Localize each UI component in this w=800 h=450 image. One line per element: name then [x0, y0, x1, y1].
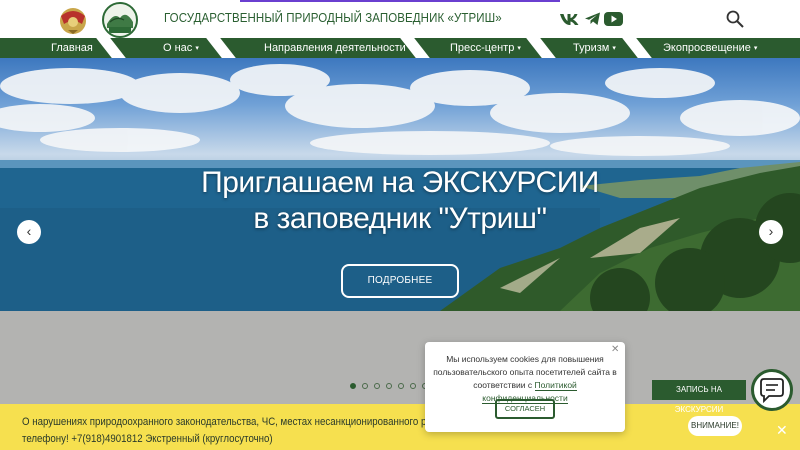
hero-title-line2: в заповедник "Утриш" [253, 202, 547, 235]
utrish-logo[interactable] [102, 2, 138, 38]
slider-dot[interactable] [374, 383, 380, 389]
utrish-logo-icon [107, 14, 133, 33]
hero-title-line1: Приглашаем на ЭКСКУРСИИ [201, 166, 599, 199]
nav-item-activities[interactable]: Направления деятельности ▾ [264, 38, 412, 58]
chevron-down-icon: ▾ [408, 45, 413, 52]
top-accent-line [240, 0, 560, 2]
nav-item-home[interactable]: Главная [51, 38, 93, 58]
hero-slider: Приглашаем на ЭКСКУРСИИ в заповедник "Ут… [0, 58, 800, 311]
site-title[interactable]: ГОСУДАРСТВЕННЫЙ ПРИРОДНЫЙ ЗАПОВЕДНИК «УТ… [164, 11, 502, 25]
nav-item-eco-education[interactable]: Экопросвещение ▾ [663, 38, 757, 58]
slider-next-button[interactable]: › [759, 220, 783, 244]
banner-close-icon[interactable]: ✕ [776, 423, 788, 437]
slider-dot[interactable] [398, 383, 404, 389]
nav-item-label: Пресс-центр [450, 42, 515, 54]
vk-icon[interactable] [560, 12, 580, 26]
chat-button[interactable] [751, 369, 793, 411]
nav-item-label: Экопросвещение [663, 42, 751, 54]
youtube-icon[interactable] [604, 12, 623, 26]
nav-item-label: Туризм [573, 42, 610, 54]
nav-separator [526, 38, 556, 58]
chevron-down-icon: ▾ [517, 45, 521, 52]
slider-dot[interactable] [350, 383, 356, 389]
cookie-message: Мы используем cookies для повышения поль… [433, 354, 617, 390]
cookie-text: Мы используем cookies для повышения поль… [433, 353, 617, 405]
site-header: ГОСУДАРСТВЕННЫЙ ПРИРОДНЫЙ ЗАПОВЕДНИК «УТ… [0, 0, 800, 38]
nav-item-label: О нас [163, 42, 193, 54]
nav-item-about[interactable]: О нас ▾ [163, 38, 199, 58]
telegram-icon[interactable] [585, 12, 601, 26]
hero-more-button[interactable]: ПОДРОБНЕЕ [341, 264, 459, 298]
nav-separator [622, 38, 652, 58]
nav-item-press[interactable]: Пресс-центр ▾ [450, 38, 521, 58]
slider-dot[interactable] [410, 383, 416, 389]
nav-item-tourism[interactable]: Туризм ▾ [573, 38, 616, 58]
nav-separator [96, 38, 126, 58]
chat-icon [760, 378, 784, 404]
chevron-right-icon: › [768, 223, 774, 239]
main-nav: Главная О нас ▾ Направления деятельности ▾… [0, 38, 800, 58]
slider-prev-button[interactable]: ‹ [17, 220, 41, 244]
alert-banner-line2: телефону! +7(918)4901812 Экстренный (кру… [22, 433, 273, 445]
nav-item-label: Главная [51, 42, 93, 54]
chevron-down-icon: ▾ [753, 45, 758, 52]
slider-dot[interactable] [362, 383, 368, 389]
alert-banner-text: О нарушениях природоохранного законодате… [22, 414, 516, 448]
nav-item-label: Направления деятельности [264, 42, 406, 54]
slider-dot[interactable] [386, 383, 392, 389]
alert-banner-line1: О нарушениях природоохранного законодате… [22, 416, 516, 428]
cookie-accept-button[interactable]: СОГЛАСЕН [495, 399, 555, 419]
chevron-left-icon: ‹ [26, 223, 32, 239]
search-icon[interactable] [726, 10, 744, 28]
coat-of-arms-icon[interactable] [56, 4, 90, 36]
nav-separator [206, 38, 236, 58]
chevron-down-icon: ▾ [195, 45, 199, 52]
book-excursion-button[interactable]: ЗАПИСЬ НА ЭКСКУРСИИ [652, 380, 746, 414]
cookie-consent-popup: ✕ Мы используем cookies для повышения по… [425, 342, 625, 432]
chevron-down-icon: ▾ [612, 45, 616, 52]
